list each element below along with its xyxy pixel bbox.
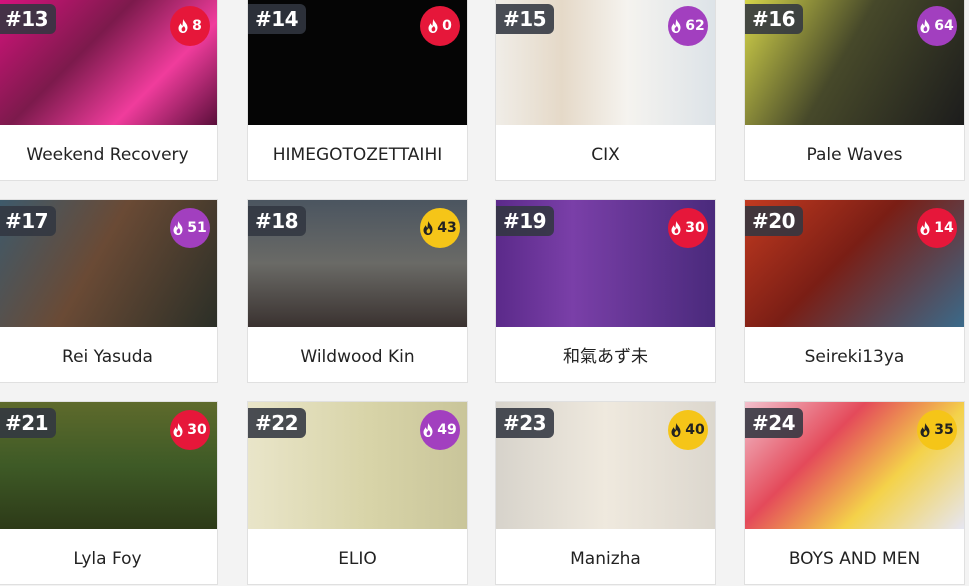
popularity-score: 30 (685, 220, 705, 236)
popularity-score: 8 (192, 18, 202, 34)
rank-badge: #24 (745, 408, 804, 438)
popularity-score: 0 (442, 18, 452, 34)
popularity-badge: 30 (668, 208, 708, 248)
popularity-badge: 35 (917, 410, 957, 450)
rank-badge: #21 (0, 408, 57, 438)
artist-image[interactable]: #22 49 (248, 402, 467, 529)
artist-image[interactable]: #24 35 (745, 402, 964, 529)
artist-card[interactable]: #24 35 BOYS AND MEN (744, 401, 965, 585)
rank-badge: #16 (745, 4, 804, 34)
artist-card[interactable]: #18 43 Wildwood Kin (247, 199, 468, 383)
artist-card[interactable]: #13 8 Weekend Recovery (0, 0, 218, 181)
rank-badge: #19 (496, 206, 555, 236)
artist-image[interactable]: #17 51 (0, 200, 217, 327)
popularity-badge: 8 (170, 6, 210, 46)
artist-card[interactable]: #14 0 HIMEGOTOZETTAIHI (247, 0, 468, 181)
artist-card[interactable]: #19 30 和氣あず未 (495, 199, 716, 383)
artist-grid: #13 8 Weekend Recovery #14 0 HIMEGOTOZETTAIHI… (0, 0, 969, 586)
popularity-badge: 30 (170, 410, 210, 450)
fire-icon (920, 19, 930, 33)
fire-icon (671, 423, 681, 437)
artist-name[interactable]: ELIO (248, 529, 467, 584)
fire-icon (671, 19, 681, 33)
artist-card[interactable]: #17 51 Rei Yasuda (0, 199, 218, 383)
artist-name[interactable]: BOYS AND MEN (745, 529, 964, 584)
popularity-badge: 0 (420, 6, 460, 46)
popularity-score: 49 (437, 422, 457, 438)
popularity-badge: 43 (420, 208, 460, 248)
artist-name[interactable]: Pale Waves (745, 125, 964, 180)
popularity-badge: 62 (668, 6, 708, 46)
popularity-score: 51 (187, 220, 207, 236)
artist-image[interactable]: #14 0 (248, 0, 467, 125)
fire-icon (920, 423, 930, 437)
artist-name[interactable]: Wildwood Kin (248, 327, 467, 382)
popularity-score: 30 (187, 422, 207, 438)
artist-name[interactable]: 和氣あず未 (496, 327, 715, 382)
fire-icon (428, 19, 438, 33)
artist-image[interactable]: #16 64 (745, 0, 964, 125)
popularity-score: 64 (934, 18, 954, 34)
artist-name[interactable]: Weekend Recovery (0, 125, 217, 180)
rank-badge: #23 (496, 408, 555, 438)
rank-badge: #13 (0, 4, 57, 34)
artist-image[interactable]: #13 8 (0, 0, 217, 125)
popularity-score: 40 (685, 422, 705, 438)
artist-name[interactable]: Seireki13ya (745, 327, 964, 382)
rank-badge: #20 (745, 206, 804, 236)
rank-badge: #15 (496, 4, 555, 34)
rank-badge: #14 (248, 4, 307, 34)
artist-image[interactable]: #18 43 (248, 200, 467, 327)
fire-icon (423, 221, 433, 235)
popularity-badge: 49 (420, 410, 460, 450)
artist-name[interactable]: HIMEGOTOZETTAIHI (248, 125, 467, 180)
popularity-badge: 51 (170, 208, 210, 248)
rank-badge: #18 (248, 206, 307, 236)
artist-name[interactable]: Rei Yasuda (0, 327, 217, 382)
artist-card[interactable]: #23 40 Manizha (495, 401, 716, 585)
popularity-score: 35 (934, 422, 954, 438)
artist-image[interactable]: #21 30 (0, 402, 217, 529)
popularity-score: 43 (437, 220, 457, 236)
artist-card[interactable]: #20 14 Seireki13ya (744, 199, 965, 383)
fire-icon (173, 423, 183, 437)
rank-badge: #22 (248, 408, 307, 438)
fire-icon (423, 423, 433, 437)
fire-icon (178, 19, 188, 33)
artist-image[interactable]: #19 30 (496, 200, 715, 327)
popularity-score: 14 (934, 220, 954, 236)
popularity-score: 62 (685, 18, 705, 34)
popularity-badge: 14 (917, 208, 957, 248)
artist-name[interactable]: CIX (496, 125, 715, 180)
popularity-badge: 40 (668, 410, 708, 450)
artist-card[interactable]: #22 49 ELIO (247, 401, 468, 585)
fire-icon (671, 221, 681, 235)
artist-image[interactable]: #20 14 (745, 200, 964, 327)
artist-image[interactable]: #15 62 (496, 0, 715, 125)
artist-card[interactable]: #16 64 Pale Waves (744, 0, 965, 181)
artist-card[interactable]: #21 30 Lyla Foy (0, 401, 218, 585)
artist-name[interactable]: Manizha (496, 529, 715, 584)
fire-icon (920, 221, 930, 235)
rank-badge: #17 (0, 206, 57, 236)
popularity-badge: 64 (917, 6, 957, 46)
artist-name[interactable]: Lyla Foy (0, 529, 217, 584)
artist-card[interactable]: #15 62 CIX (495, 0, 716, 181)
artist-image[interactable]: #23 40 (496, 402, 715, 529)
fire-icon (173, 221, 183, 235)
